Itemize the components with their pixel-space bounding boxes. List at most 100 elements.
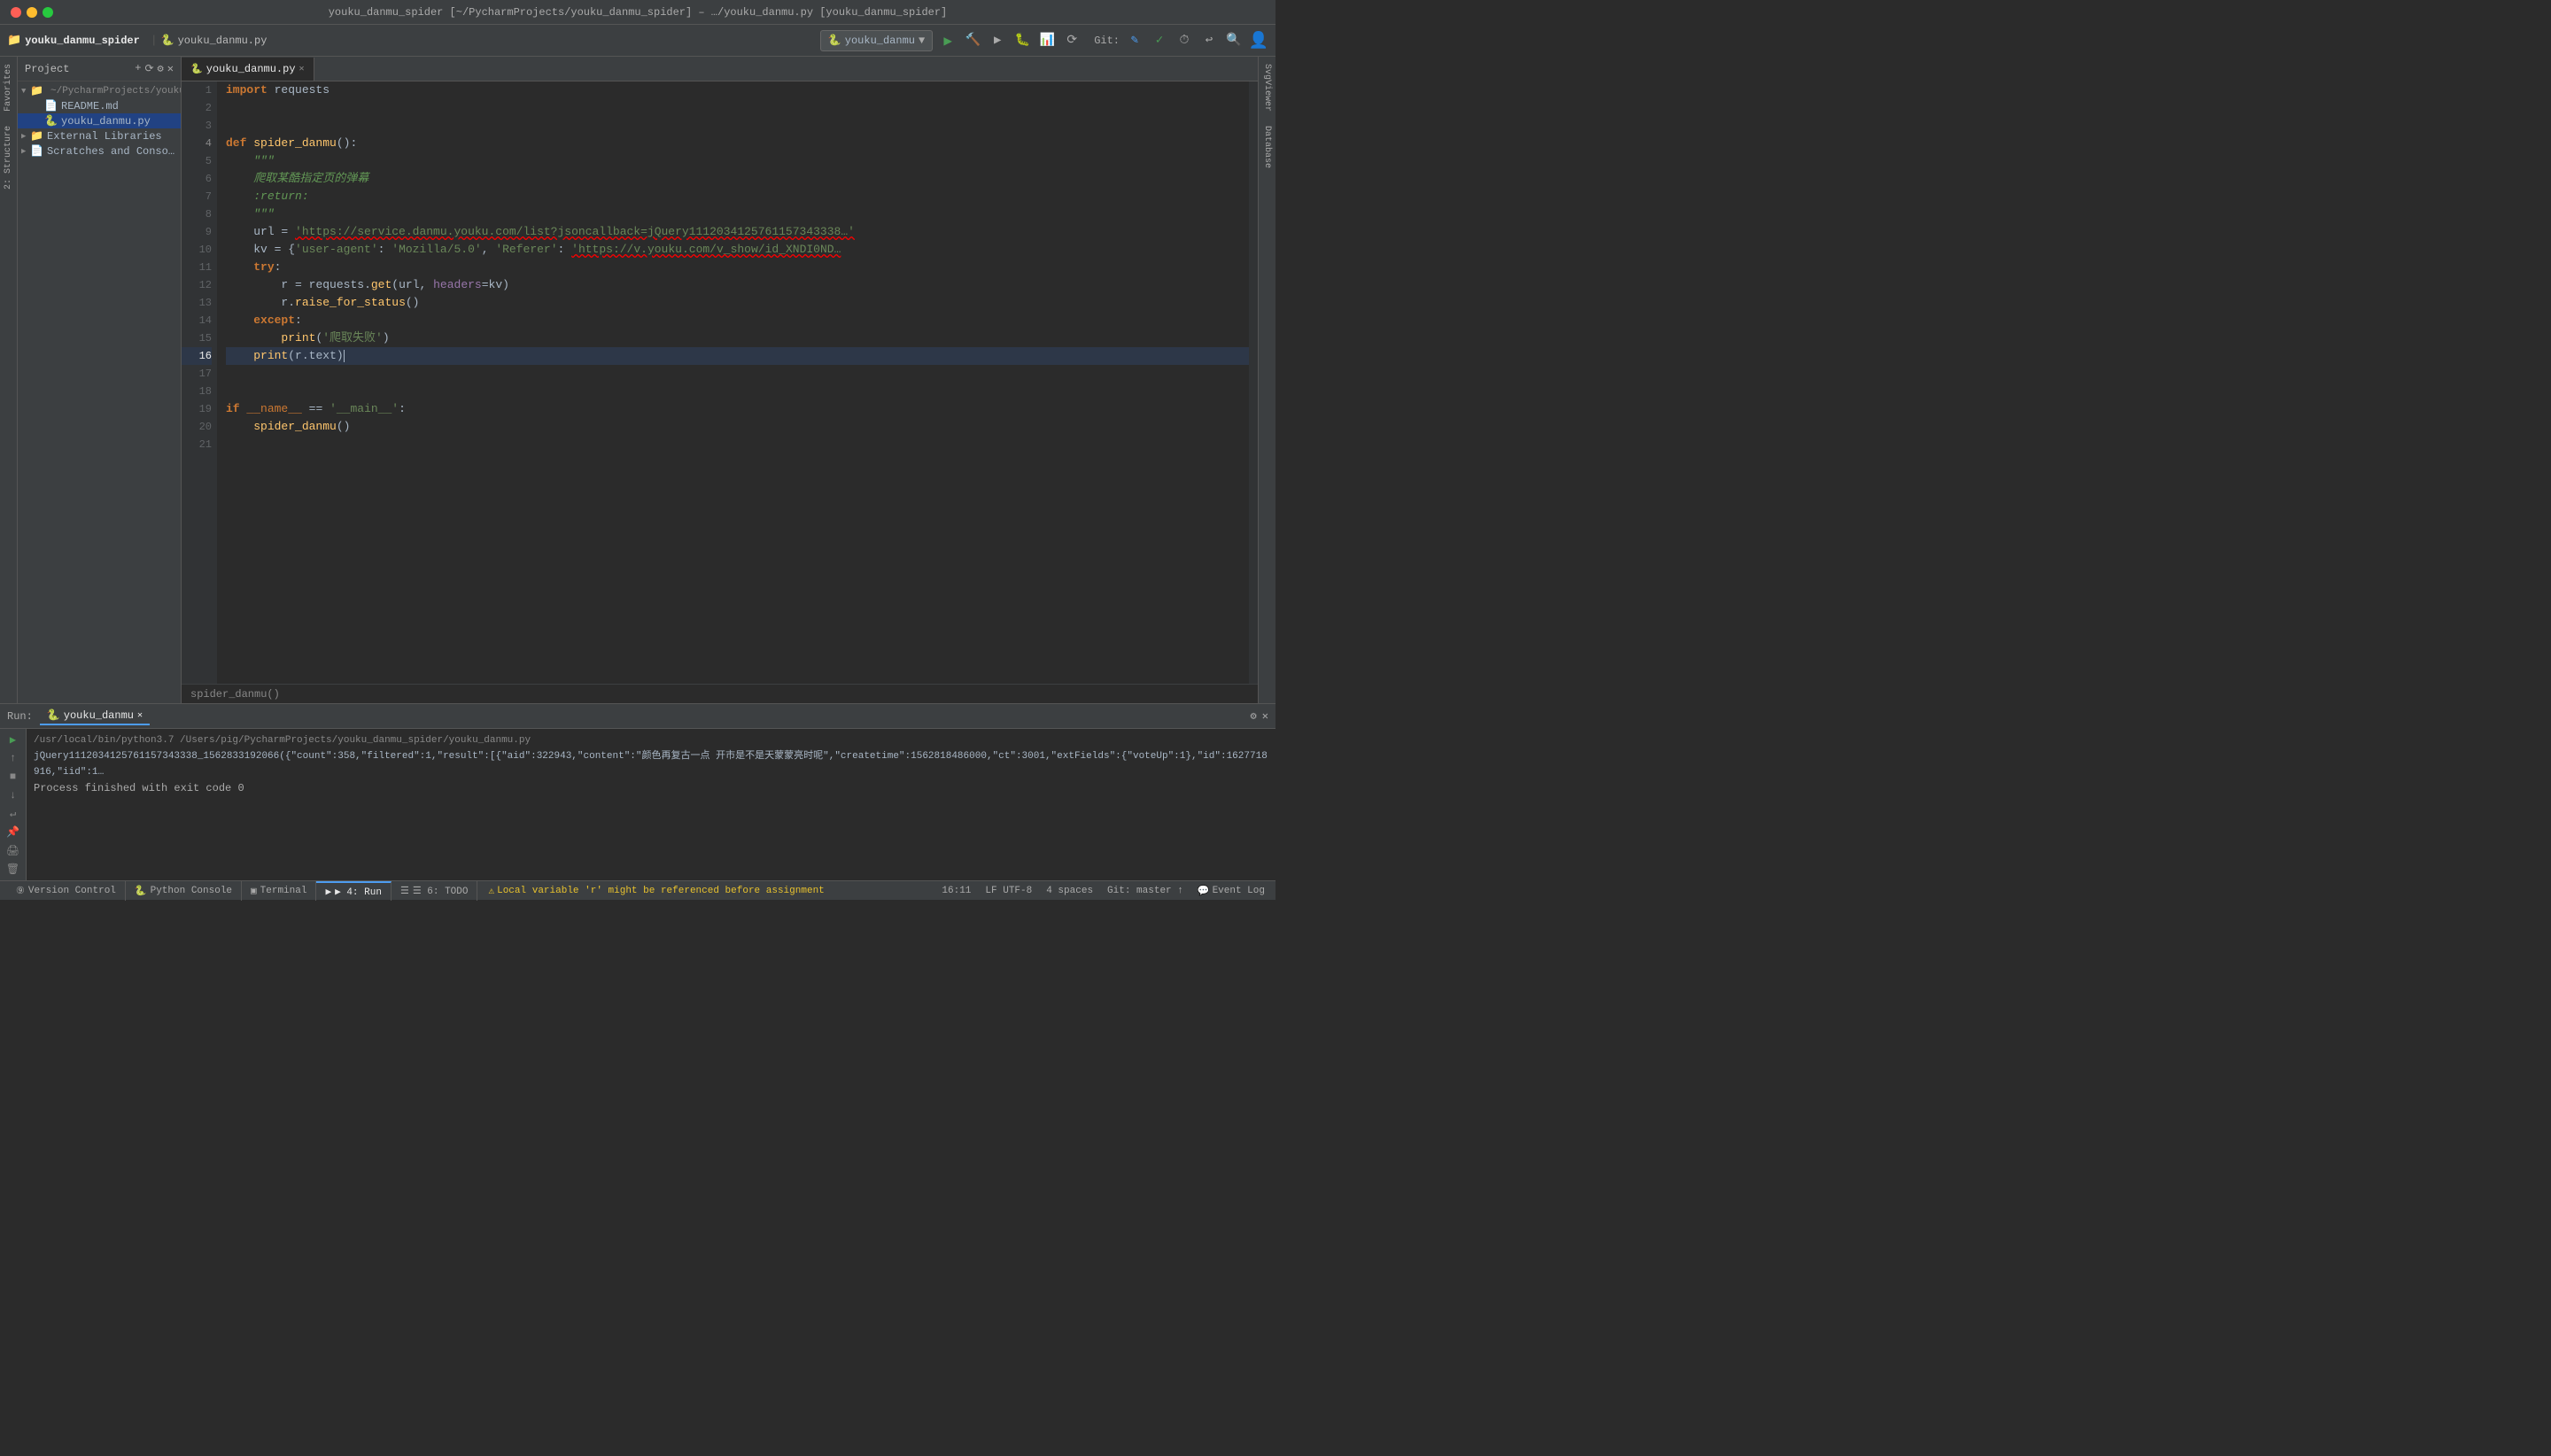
editor-scrollbar[interactable] <box>1249 81 1258 684</box>
py-file-icon: 🐍 <box>44 114 58 128</box>
settings-icon[interactable]: ⚙ <box>158 62 164 75</box>
minimize-button[interactable] <box>27 7 37 18</box>
tree-item-scratches[interactable]: ▶ 📄 Scratches and Consoles <box>18 143 181 159</box>
warning-status[interactable]: ⚠ Local variable 'r' might be referenced… <box>485 885 827 897</box>
add-icon[interactable]: + <box>135 62 141 75</box>
encoding-status[interactable]: LF UTF-8 <box>981 886 1035 896</box>
run-up-icon[interactable]: ↑ <box>4 751 22 766</box>
structure-tab[interactable]: 2: Structure <box>1 119 16 197</box>
todo-tab[interactable]: ☰ ☰ 6: TODO <box>392 881 478 901</box>
run-down-icon[interactable]: ↓ <box>4 788 22 803</box>
window-controls[interactable] <box>11 7 53 18</box>
close-icon[interactable]: ✕ <box>167 62 174 75</box>
editor-tab-main[interactable]: 🐍 youku_danmu.py ✕ <box>182 58 314 81</box>
coverage-button[interactable]: ▶ <box>988 31 1007 50</box>
run-tab-bottom[interactable]: ▶ ▶ 4: Run <box>316 881 391 901</box>
tree-item-project-root[interactable]: ▼ 📁 youku_danmu_spider ~/PycharmProjects… <box>18 83 181 98</box>
editor-area: 🐍 youku_danmu.py ✕ 1 2 3 4 5 6 7 <box>182 57 1258 703</box>
run-output-finished: Process finished with exit code 0 <box>34 780 1268 796</box>
svg-viewer-tab[interactable]: SvgViewer <box>1260 57 1275 119</box>
tree-item-main-py[interactable]: 🐍 youku_danmu.py <box>18 113 181 128</box>
favorites-tab[interactable]: Favorites <box>1 57 16 119</box>
code-text[interactable]: import requests ▼ def spider_danmu(): ▼ … <box>217 81 1249 684</box>
run-stop-icon[interactable]: ■ <box>4 770 22 785</box>
docstring-close: """ <box>253 205 274 223</box>
run-wrap-icon[interactable]: ↵ <box>4 807 22 822</box>
python-console-tab[interactable]: 🐍 Python Console <box>126 881 242 901</box>
run-config-name: youku_danmu <box>845 35 915 47</box>
database-tab[interactable]: Database <box>1260 119 1275 175</box>
docstring-return: :return: <box>253 188 308 205</box>
git-branch-status[interactable]: Git: master ↑ <box>1104 886 1187 896</box>
avatar-button[interactable]: 👤 <box>1249 31 1268 50</box>
git-history-button[interactable]: ⏱ <box>1175 31 1194 50</box>
code-editor[interactable]: 1 2 3 4 5 6 7 8 9 10 11 12 <box>182 81 1258 684</box>
main-toolbar: 📁 youku_danmu_spider | 🐍 youku_danmu.py … <box>0 25 1276 57</box>
code-line-20: spider_danmu() <box>226 418 1249 436</box>
cursor-position[interactable]: 16:11 <box>938 886 974 896</box>
build-button[interactable]: 🔨 <box>963 31 982 50</box>
code-line-17 <box>226 365 1249 383</box>
run-pin-icon[interactable]: 📌 <box>4 825 22 840</box>
code-line-16: 💡 — print(r.text) <box>226 347 1249 365</box>
warning-text: Local variable 'r' might be referenced b… <box>497 886 825 896</box>
code-line-19: ▶ if __name__ == '__main__': <box>226 400 1249 418</box>
terminal-label: Terminal <box>260 886 307 896</box>
run-filter-icon[interactable]: 🖨 <box>4 843 22 858</box>
code-line-15: print('爬取失败') <box>226 329 1249 347</box>
text-cursor <box>344 350 345 362</box>
run-trash-icon[interactable]: 🗑 <box>4 862 22 877</box>
line-num-5: 5 <box>182 152 212 170</box>
sidebar-title: Project <box>25 63 131 75</box>
line-num-13: 13 <box>182 294 212 312</box>
refactor-button[interactable]: ⟳ <box>1062 31 1082 50</box>
line-num-10: 10 <box>182 241 212 259</box>
event-log-status[interactable]: 💬 Event Log <box>1194 885 1268 897</box>
debug-button[interactable]: 🐛 <box>1012 31 1032 50</box>
git-branch-text: Git: master ↑ <box>1107 886 1183 896</box>
code-line-18 <box>226 383 1249 400</box>
run-tab-youku[interactable]: 🐍 youku_danmu ✕ <box>40 707 150 725</box>
run-play-icon[interactable]: ▶ <box>4 732 22 747</box>
terminal-tab[interactable]: ▣ Terminal <box>242 881 316 901</box>
sync-icon[interactable]: ⟳ <box>144 62 153 75</box>
line-num-20: 20 <box>182 418 212 436</box>
code-line-10: kv = {'user-agent': 'Mozilla/5.0', 'Refe… <box>226 241 1249 259</box>
line-num-1: 1 <box>182 81 212 99</box>
project-selector[interactable]: 📁 youku_danmu_spider <box>7 34 140 47</box>
tree-item-external-libs[interactable]: ▶ 📁 External Libraries <box>18 128 181 143</box>
undo-button[interactable]: ↩ <box>1199 31 1219 50</box>
docstring-open: """ <box>253 152 274 170</box>
close-button[interactable] <box>11 7 21 18</box>
todo-label: ☰ 6: TODO <box>413 885 469 897</box>
search-button[interactable]: 🔍 <box>1224 31 1244 50</box>
git-check-button[interactable]: ✓ <box>1150 31 1169 50</box>
tab-close-button[interactable]: ✕ <box>299 64 305 74</box>
run-button[interactable]: ▶ <box>938 31 958 50</box>
status-right: 16:11 LF UTF-8 4 spaces Git: master ↑ 💬 … <box>938 885 1268 897</box>
expand-arrow: ▼ <box>21 87 30 96</box>
run-settings-icon[interactable]: ⚙ <box>1251 709 1257 723</box>
url-string: 'https://service.danmu.youku.com/list?js… <box>295 223 855 241</box>
separator: | <box>151 34 158 47</box>
git-edit-button[interactable]: ✎ <box>1125 31 1144 50</box>
terminal-icon: ▣ <box>251 885 257 897</box>
profile-button[interactable]: 📊 <box>1037 31 1057 50</box>
run-tab-close-button[interactable]: ✕ <box>137 710 143 721</box>
code-line-9: url = 'https://service.danmu.youku.com/l… <box>226 223 1249 241</box>
kw-try: try <box>253 259 274 276</box>
dunder-name: __name__ <box>246 400 301 418</box>
run-output-path: /usr/local/bin/python3.7 /Users/pig/Pych… <box>34 732 1268 748</box>
line-num-6: 6 <box>182 170 212 188</box>
indent-status[interactable]: 4 spaces <box>1043 886 1097 896</box>
version-control-tab[interactable]: ⑨ Version Control <box>7 881 126 901</box>
run-config-selector[interactable]: 🐍 youku_danmu ▼ <box>820 30 933 51</box>
line-num-4: 4 <box>182 135 212 152</box>
run-output-json: jQuery1112034125761157343338_15628331920… <box>34 748 1268 780</box>
file-icon: 🐍 <box>161 34 174 47</box>
titlebar: youku_danmu_spider [~/PycharmProjects/yo… <box>0 0 1276 25</box>
tree-item-readme[interactable]: 📄 README.md <box>18 98 181 113</box>
run-close-icon[interactable]: ✕ <box>1262 709 1268 723</box>
maximize-button[interactable] <box>43 7 53 18</box>
project-tree: ▼ 📁 youku_danmu_spider ~/PycharmProjects… <box>18 81 181 703</box>
